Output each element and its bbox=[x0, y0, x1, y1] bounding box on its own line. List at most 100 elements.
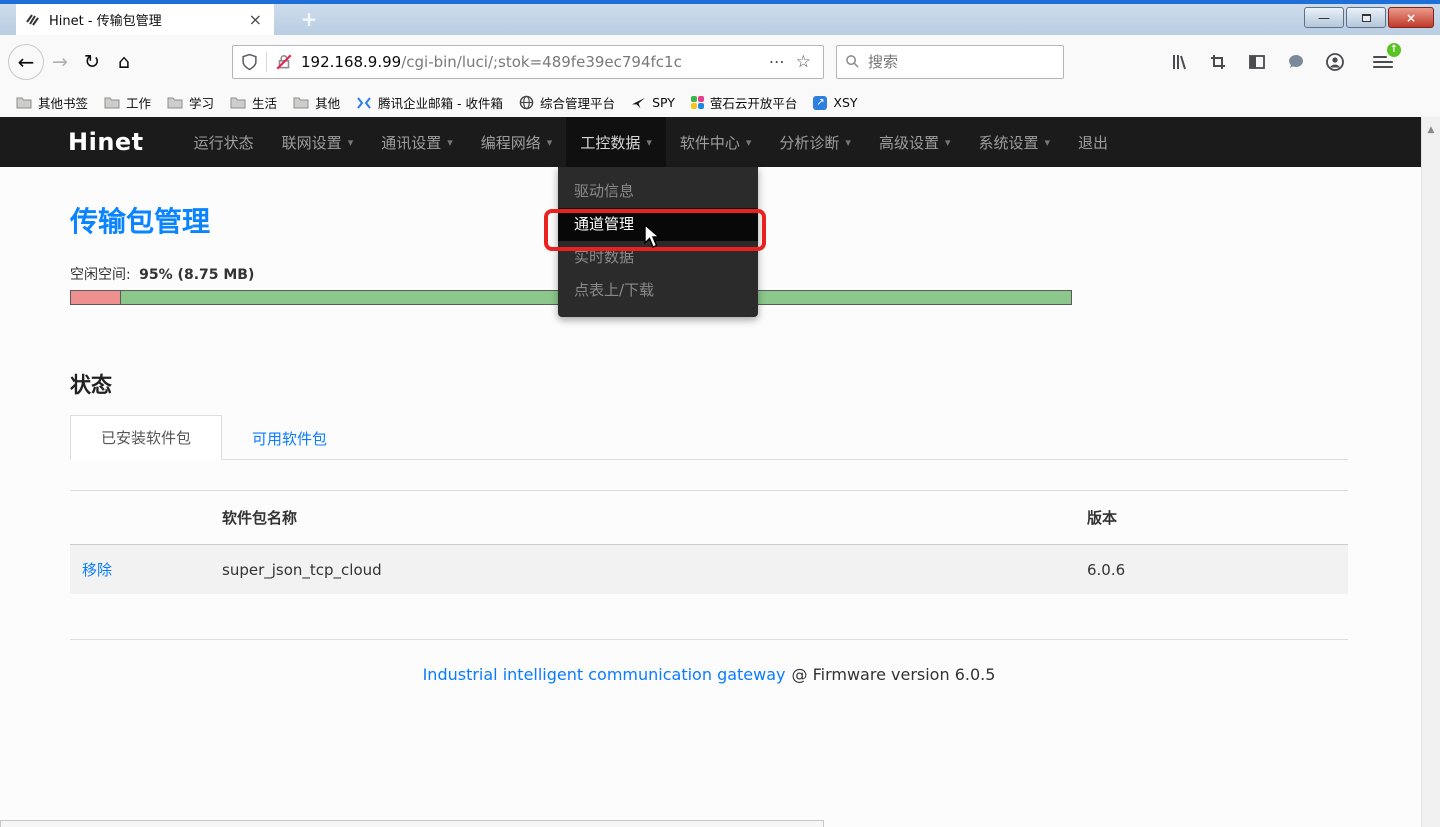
bookmarks-bar: 其他书签 工作 学习 生活 其他 腾讯企业邮箱 - 收件箱 综合管理平台 SPY… bbox=[0, 88, 1440, 117]
scrollbar[interactable]: ▲ bbox=[1421, 117, 1440, 827]
package-version-cell: 6.0.6 bbox=[1075, 545, 1348, 595]
urlbar-divider bbox=[266, 52, 267, 72]
bookmark-management-platform[interactable]: 综合管理平台 bbox=[513, 90, 621, 115]
package-table: 软件包名称 版本 移除 super_json_tcp_cloud 6.0.6 bbox=[70, 490, 1348, 594]
firmware-version-text: @ Firmware version 6.0.5 bbox=[792, 665, 996, 684]
progress-used bbox=[71, 291, 121, 304]
status-heading: 状态 bbox=[70, 369, 1348, 399]
shield-icon[interactable] bbox=[241, 53, 258, 71]
table-row: 移除 super_json_tcp_cloud 6.0.6 bbox=[70, 545, 1348, 595]
restore-icon bbox=[1362, 14, 1371, 22]
tab-close-icon[interactable]: × bbox=[246, 10, 265, 29]
color-dots-icon bbox=[691, 96, 704, 109]
mouse-cursor bbox=[643, 224, 665, 250]
scroll-up-icon[interactable]: ▲ bbox=[1422, 125, 1440, 135]
update-badge-icon: ↑ bbox=[1387, 43, 1401, 57]
bookmark-folder-work[interactable]: 工作 bbox=[98, 90, 157, 115]
browser-tab[interactable]: Hinet - 传输包管理 × bbox=[16, 4, 274, 35]
chat-bubble-icon[interactable] bbox=[1281, 47, 1311, 77]
minimize-button[interactable]: — bbox=[1304, 7, 1344, 28]
mail-icon bbox=[356, 96, 372, 110]
folder-icon bbox=[230, 96, 246, 109]
tab-title: Hinet - 传输包管理 bbox=[49, 10, 246, 29]
folder-icon bbox=[167, 96, 183, 109]
folder-icon bbox=[293, 96, 309, 109]
chevron-down-icon: ▾ bbox=[945, 136, 951, 149]
window-controls: — × bbox=[1304, 7, 1434, 28]
tab-available-packages[interactable]: 可用软件包 bbox=[222, 417, 357, 460]
close-button[interactable]: × bbox=[1388, 7, 1434, 28]
column-action bbox=[70, 491, 210, 545]
tab-installed-packages[interactable]: 已安装软件包 bbox=[70, 415, 222, 460]
dart-icon bbox=[631, 96, 646, 109]
account-icon[interactable] bbox=[1320, 47, 1350, 77]
search-icon bbox=[845, 54, 860, 69]
footer-divider bbox=[70, 639, 1348, 640]
screenshot-icon[interactable] bbox=[1203, 47, 1233, 77]
home-button[interactable]: ⌂ bbox=[108, 46, 140, 78]
menu-item-point-table-updown[interactable]: 点表上/下载 bbox=[558, 274, 758, 307]
back-button[interactable]: ← bbox=[8, 44, 44, 80]
page-actions-icon[interactable]: ⋯ bbox=[763, 52, 792, 71]
nav-item-comm-settings[interactable]: 通讯设置▾ bbox=[367, 117, 467, 167]
library-icon[interactable] bbox=[1164, 47, 1194, 77]
nav-item-programming-network[interactable]: 编程网络▾ bbox=[467, 117, 567, 167]
browser-toolbar: ← → ↻ ⌂ 192.168.9.99/cgi-bin/luci/;stok=… bbox=[0, 35, 1440, 88]
url-domain: 192.168.9.99 bbox=[301, 53, 401, 71]
sidebar-icon[interactable] bbox=[1242, 47, 1272, 77]
folder-icon bbox=[16, 96, 32, 109]
bookmark-folder-life[interactable]: 生活 bbox=[224, 90, 283, 115]
nav-item-industrial-data[interactable]: 工控数据▾ bbox=[566, 117, 666, 167]
free-space-label: 空闲空间: bbox=[70, 267, 131, 283]
arrow-square-icon: ↗ bbox=[813, 96, 827, 110]
nav-item-advanced-settings[interactable]: 高级设置▾ bbox=[865, 117, 965, 167]
chevron-down-icon: ▾ bbox=[447, 136, 453, 149]
site-navbar: Hinet 运行状态 联网设置▾ 通讯设置▾ 编程网络▾ 工控数据▾ 软件中心▾… bbox=[0, 117, 1421, 167]
table-header-row: 软件包名称 版本 bbox=[70, 491, 1348, 545]
menu-button[interactable]: ↑ bbox=[1368, 47, 1398, 77]
package-name-cell: super_json_tcp_cloud bbox=[210, 545, 1075, 595]
search-input[interactable] bbox=[868, 53, 1038, 71]
site-favicon bbox=[25, 12, 41, 28]
insecure-lock-icon[interactable] bbox=[275, 53, 293, 71]
search-bar[interactable] bbox=[836, 45, 1064, 79]
chevron-down-icon: ▾ bbox=[845, 136, 851, 149]
bookmark-ezviz-platform[interactable]: 萤石云开放平台 bbox=[685, 90, 804, 115]
reload-button[interactable]: ↻ bbox=[76, 46, 108, 78]
column-package-name: 软件包名称 bbox=[210, 491, 1075, 545]
gateway-footer-link[interactable]: Industrial intelligent communication gat… bbox=[423, 665, 786, 684]
bookmark-folder-misc[interactable]: 其他 bbox=[287, 90, 346, 115]
status-tooltip bbox=[0, 820, 824, 827]
url-bar[interactable]: 192.168.9.99/cgi-bin/luci/;stok=489fe39e… bbox=[232, 45, 824, 79]
chevron-down-icon: ▾ bbox=[646, 136, 652, 149]
chevron-down-icon: ▾ bbox=[1045, 136, 1051, 149]
url-path: /cgi-bin/luci/;stok=489fe39ec794fc1c bbox=[401, 53, 682, 71]
page-footer: Industrial intelligent communication gat… bbox=[70, 665, 1348, 684]
chevron-down-icon: ▾ bbox=[746, 136, 752, 149]
restore-button[interactable] bbox=[1346, 7, 1386, 28]
column-version: 版本 bbox=[1075, 491, 1348, 545]
titlebar: Hinet - 传输包管理 × + — × bbox=[0, 4, 1440, 35]
bookmark-star-icon[interactable]: ☆ bbox=[792, 52, 815, 72]
folder-icon bbox=[104, 96, 120, 109]
forward-button[interactable]: → bbox=[44, 46, 76, 78]
bookmark-tencent-mail[interactable]: 腾讯企业邮箱 - 收件箱 bbox=[350, 90, 509, 115]
bookmark-folder-other-bookmarks[interactable]: 其他书签 bbox=[10, 90, 94, 115]
nav-item-running-status[interactable]: 运行状态 bbox=[180, 117, 268, 167]
free-space-value: 95% (8.75 MB) bbox=[139, 267, 254, 283]
nav-item-software-center[interactable]: 软件中心▾ bbox=[666, 117, 766, 167]
nav-item-network-settings[interactable]: 联网设置▾ bbox=[268, 117, 368, 167]
menu-item-driver-info[interactable]: 驱动信息 bbox=[558, 175, 758, 208]
bookmark-xsy[interactable]: ↗ XSY bbox=[807, 92, 863, 113]
bookmark-spy[interactable]: SPY bbox=[625, 92, 681, 113]
package-tabs: 已安装软件包 可用软件包 bbox=[70, 415, 1348, 460]
nav-item-system-settings[interactable]: 系统设置▾ bbox=[965, 117, 1065, 167]
nav-item-diagnostics[interactable]: 分析诊断▾ bbox=[765, 117, 865, 167]
bookmark-folder-study[interactable]: 学习 bbox=[161, 90, 220, 115]
new-tab-button[interactable]: + bbox=[292, 6, 326, 33]
url-text[interactable]: 192.168.9.99/cgi-bin/luci/;stok=489fe39e… bbox=[301, 53, 763, 71]
remove-package-link[interactable]: 移除 bbox=[82, 561, 112, 579]
nav-item-logout[interactable]: 退出 bbox=[1064, 117, 1122, 167]
toolbar-icons bbox=[1164, 47, 1350, 77]
site-logo: Hinet bbox=[68, 128, 144, 156]
